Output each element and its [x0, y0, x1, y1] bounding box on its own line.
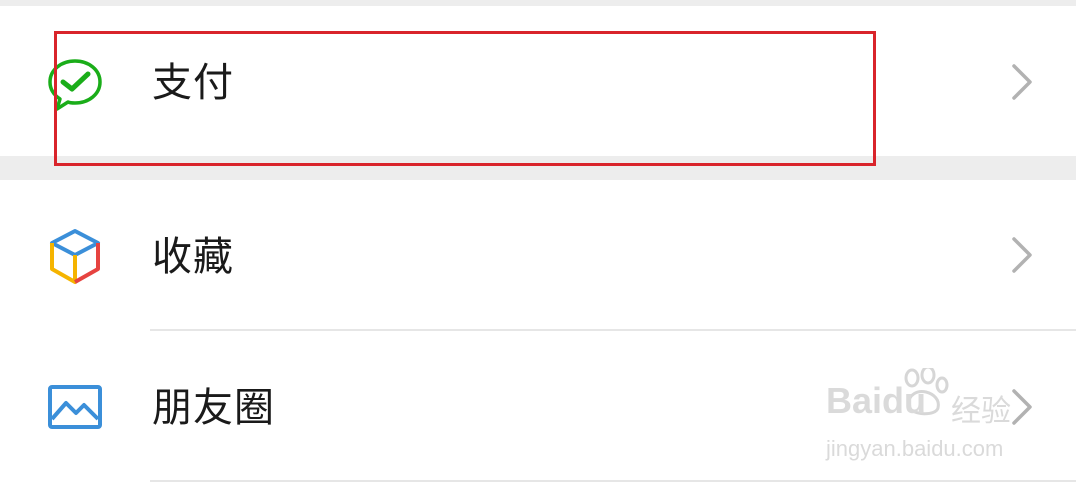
favorites-cube-icon: [46, 227, 104, 285]
menu-item-label: 收藏: [152, 234, 234, 280]
chevron-right-icon: [1010, 62, 1034, 102]
watermark-brand-cn: 经验: [951, 394, 1011, 429]
watermark-url: jingyan.baidu.com: [826, 436, 1004, 461]
watermark-brand: Baidu: [826, 380, 927, 421]
menu-item-label: 朋友圈: [152, 385, 275, 431]
chevron-right-icon: [1010, 235, 1034, 275]
moments-photo-icon: [46, 379, 104, 437]
menu-item-favorites[interactable]: 收藏: [0, 180, 1076, 330]
baidu-jingyan-watermark: Baidu 经验 jingyan.baidu.com: [826, 365, 1026, 468]
divider: [150, 480, 1076, 482]
highlight-box: [54, 31, 876, 166]
